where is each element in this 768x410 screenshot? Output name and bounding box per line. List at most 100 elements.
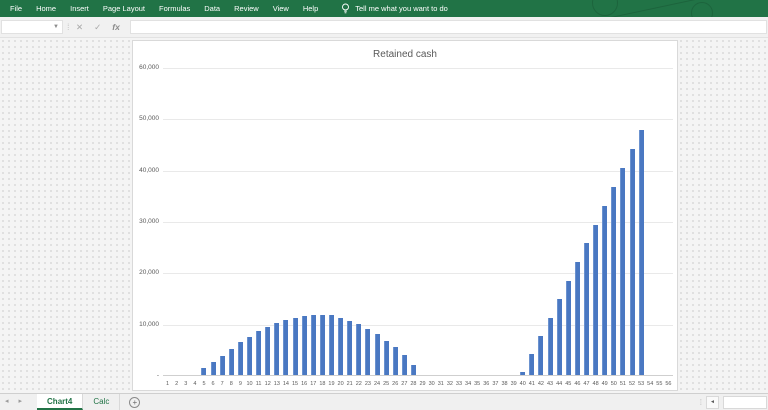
bar-category-6[interactable] [210, 361, 216, 375]
bar-category-46[interactable] [574, 261, 580, 375]
ribbon-tab-formulas[interactable]: Formulas [152, 0, 197, 17]
insert-function-button[interactable]: fx [112, 22, 120, 32]
x-axis-tick-label: 16 [301, 381, 308, 387]
x-axis-tick-label: 47 [583, 381, 590, 387]
x-axis-tick-label: 35 [474, 381, 481, 387]
bar-category-23[interactable] [365, 328, 371, 375]
bar-category-40[interactable] [520, 372, 526, 375]
bar-category-53[interactable] [638, 130, 644, 375]
x-axis-tick-label: 46 [574, 381, 581, 387]
bar-category-13[interactable] [274, 323, 280, 375]
x-axis-tick-label: 19 [328, 381, 335, 387]
ribbon-decor-circle [691, 2, 713, 17]
x-axis-tick-label: 50 [610, 381, 617, 387]
sheet-tab-calc[interactable]: Calc [83, 394, 121, 410]
x-axis-tick-label: 33 [455, 381, 463, 387]
enter-formula-button[interactable]: ✓ [94, 22, 101, 33]
bar-category-19[interactable] [328, 315, 334, 375]
bar-category-18[interactable] [319, 314, 325, 375]
ribbon-tab-home[interactable]: Home [29, 0, 63, 17]
bar-category-48[interactable] [593, 224, 599, 375]
bar-category-51[interactable] [620, 167, 626, 375]
bar-category-22[interactable] [356, 324, 362, 375]
bar-category-41[interactable] [529, 354, 535, 375]
x-axis-tick-label: 28 [410, 381, 417, 387]
bar-category-10[interactable] [247, 336, 253, 375]
ribbon-tab-view[interactable]: View [266, 0, 296, 17]
next-sheet-button[interactable]: ▸ [14, 394, 28, 410]
bar-category-5[interactable] [201, 367, 207, 375]
chart-title[interactable]: Retained cash [133, 49, 677, 60]
scroll-left-button[interactable]: ◄ [706, 395, 719, 409]
bar-category-49[interactable] [602, 205, 608, 375]
x-axis-tick-label: 15 [291, 381, 299, 387]
bar-category-42[interactable] [538, 336, 544, 375]
bar-category-26[interactable] [392, 347, 398, 375]
lightbulb-icon [342, 3, 350, 14]
bar-category-43[interactable] [547, 317, 553, 375]
cancel-formula-button[interactable]: ✕ [76, 22, 83, 33]
bar-category-8[interactable] [228, 348, 234, 375]
bar-category-24[interactable] [374, 334, 380, 375]
sheet-tab-chart4[interactable]: Chart4 [37, 394, 84, 410]
sheet-tabs-gap [27, 394, 37, 410]
bar-category-9[interactable] [237, 342, 243, 375]
x-axis-tick-label: 23 [364, 381, 371, 387]
bar-category-11[interactable] [256, 331, 262, 375]
chevron-down-icon[interactable]: ▼ [50, 24, 62, 30]
ribbon-tab-insert[interactable]: Insert [63, 0, 96, 17]
x-axis-tick-label: 43 [546, 381, 554, 387]
y-axis-tick-label: - [156, 372, 159, 379]
ribbon-decor-circle [592, 0, 618, 16]
x-axis-tick-label: 24 [373, 381, 381, 387]
bar-category-7[interactable] [219, 355, 225, 375]
x-axis-tick-label: 48 [592, 381, 599, 387]
chart-canvas[interactable]: Retained cash - 10,000 20,000 30,000 40,000 5… [132, 40, 678, 391]
bar-category-47[interactable] [583, 243, 589, 375]
formula-bar: ▼ ⁞ ✕ ✓ fx [0, 17, 768, 38]
ribbon-tab-help[interactable]: Help [296, 0, 325, 17]
bar-category-21[interactable] [347, 320, 353, 375]
ribbon-tab-review[interactable]: Review [227, 0, 266, 17]
bar-category-50[interactable] [611, 186, 617, 375]
formula-input[interactable] [130, 20, 767, 34]
gridline [163, 222, 673, 223]
y-axis-tick-label: 10,000 [139, 320, 159, 328]
bar-category-28[interactable] [410, 364, 416, 375]
x-axis-tick-label: 10 [246, 381, 253, 387]
excel-window: File Home Insert Page Layout Formulas Data Rev… [0, 0, 768, 410]
bar-category-17[interactable] [310, 314, 316, 375]
tell-me-box[interactable]: Tell me what you want to do [341, 3, 448, 14]
x-axis-tick-label: 37 [492, 381, 499, 387]
bar-category-27[interactable] [401, 354, 407, 375]
bar-category-25[interactable] [383, 340, 389, 375]
bar-category-16[interactable] [301, 315, 307, 375]
x-axis-tick-label: 12 [264, 381, 271, 387]
bar-category-52[interactable] [629, 149, 635, 375]
x-axis-tick-label: 9 [238, 381, 242, 387]
bar-category-45[interactable] [565, 280, 571, 375]
name-box[interactable]: ▼ [1, 20, 63, 34]
tell-me-label: Tell me what you want to do [355, 4, 448, 13]
x-axis-tick-label: 1 [166, 381, 170, 387]
ribbon-tab-file[interactable]: File [3, 0, 29, 17]
y-axis-tick-label: 20,000 [139, 269, 159, 277]
x-axis-tick-label: 32 [446, 381, 453, 387]
prev-sheet-button[interactable]: ◂ [0, 394, 14, 410]
ribbon-tab-page-layout[interactable]: Page Layout [96, 0, 152, 17]
x-axis-tick-label: 14 [282, 381, 289, 387]
bar-category-44[interactable] [556, 299, 562, 375]
sheet-tab-bar: ◂ ▸ Chart4 Calc + ⁞ ◄ [0, 393, 768, 410]
new-sheet-button[interactable]: + [129, 396, 141, 408]
bar-category-20[interactable] [338, 317, 344, 375]
bar-category-14[interactable] [283, 319, 289, 375]
x-axis-tick-label: 8 [229, 381, 233, 387]
bar-category-15[interactable] [292, 317, 298, 375]
gridline [163, 119, 673, 121]
bar-category-12[interactable] [265, 326, 271, 375]
ribbon-tab-data[interactable]: Data [197, 0, 227, 17]
horizontal-scrollbar[interactable] [723, 395, 767, 409]
y-axis-tick-label: 60,000 [139, 64, 159, 71]
x-axis-tick-label: 26 [392, 381, 399, 387]
x-axis-tick-label: 54 [647, 381, 654, 387]
